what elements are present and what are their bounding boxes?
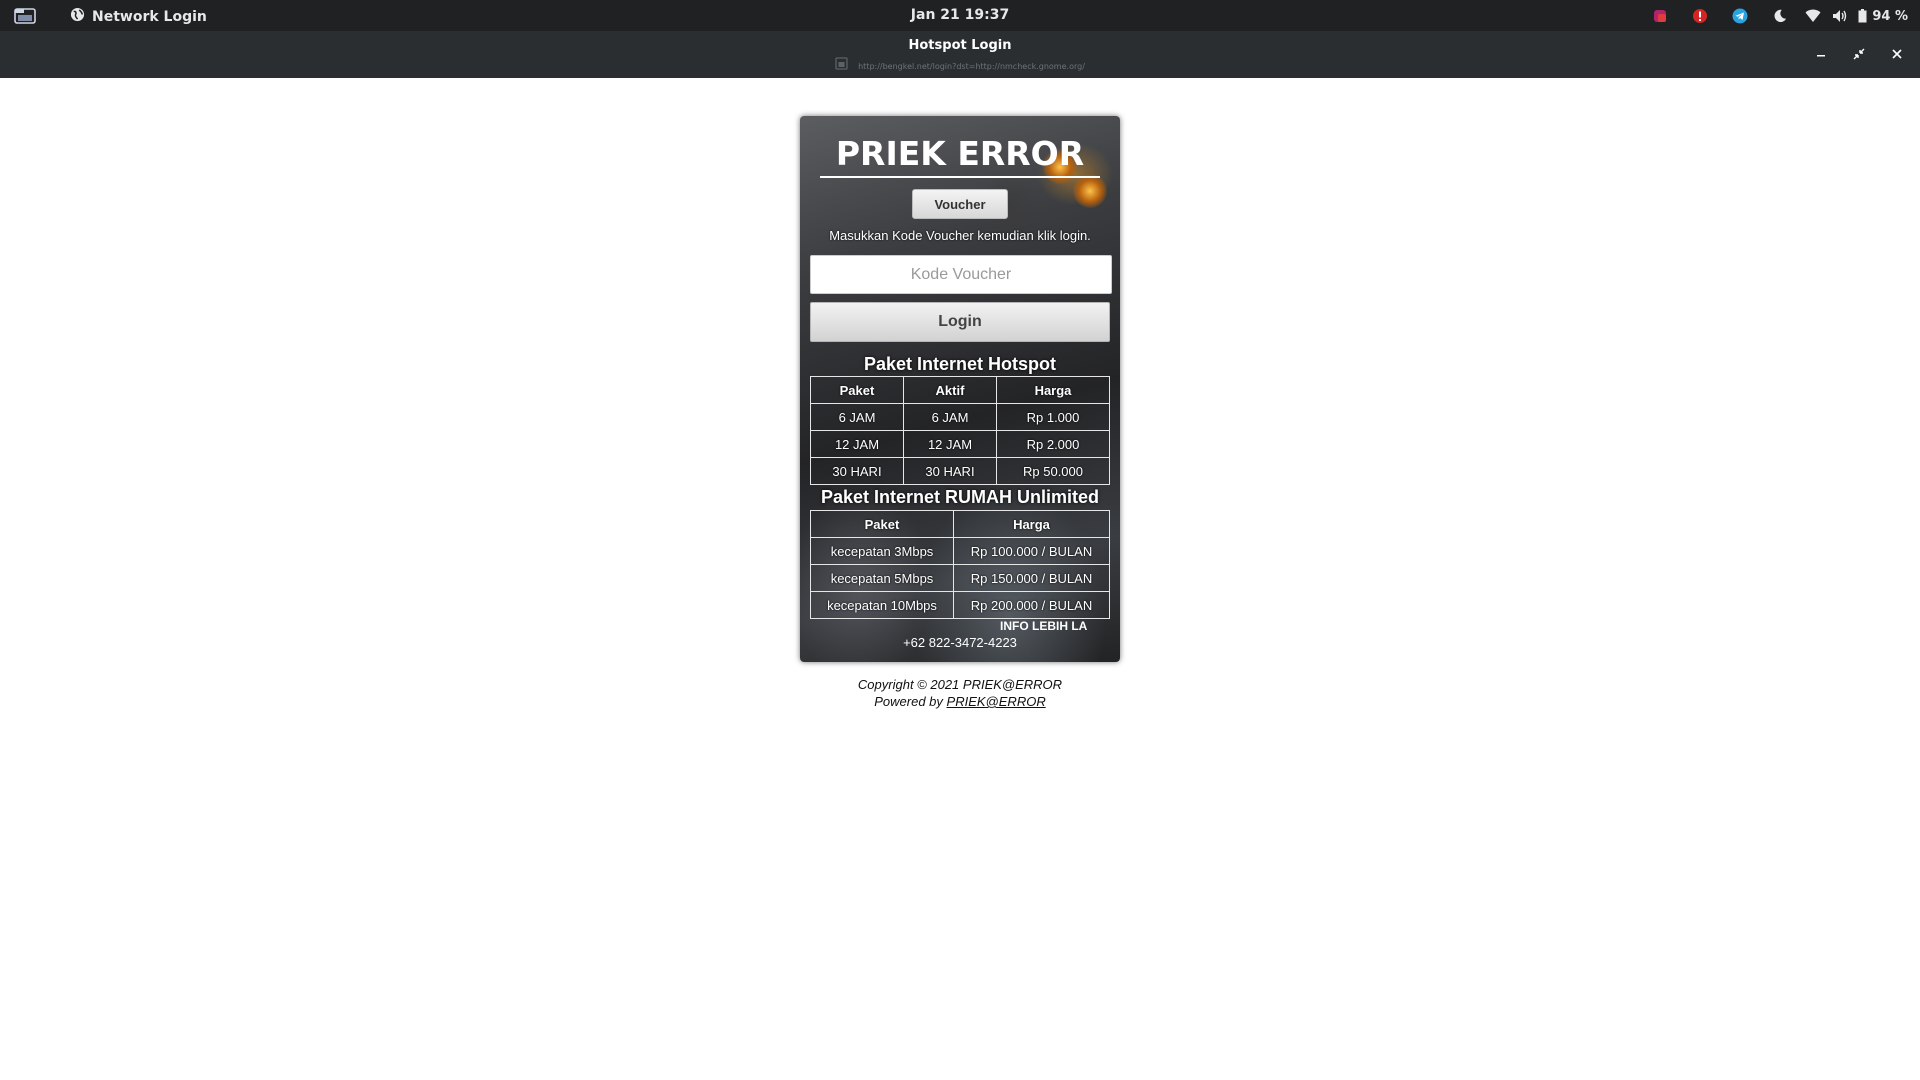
column-header: Harga bbox=[953, 510, 1110, 538]
hotspot-section-title: Paket Internet Hotspot bbox=[863, 354, 1057, 374]
table-cell: 6 JAM bbox=[903, 403, 997, 431]
system-top-bar: Network Login Jan 21 19:37 94 % bbox=[0, 0, 1920, 31]
column-header: Paket bbox=[810, 510, 954, 538]
table-row: 6 JAM 6 JAM Rp 1.000 bbox=[810, 403, 1110, 431]
brand-underline bbox=[820, 176, 1100, 178]
table-cell: 30 HARI bbox=[903, 457, 997, 485]
app-indicator-icon[interactable] bbox=[1640, 6, 1680, 26]
minimize-button[interactable] bbox=[1806, 41, 1836, 67]
hotspot-login-card: PRIEK ERROR Voucher Masukkan Kode Vouche… bbox=[800, 116, 1120, 662]
info-marquee: INFO LEBIH LA bbox=[1000, 619, 1088, 633]
unmaximize-button[interactable] bbox=[1844, 41, 1874, 67]
column-header: Harga bbox=[996, 376, 1110, 404]
security-lock-icon[interactable] bbox=[835, 57, 848, 75]
table-cell: Rp 100.000 / BULAN bbox=[953, 537, 1110, 565]
alert-icon[interactable] bbox=[1680, 6, 1720, 26]
instructions-text: Masukkan Kode Voucher kemudian klik logi… bbox=[829, 228, 1091, 243]
table-row: kecepatan 3Mbps Rp 100.000 / BULAN bbox=[810, 537, 1110, 565]
close-button[interactable] bbox=[1882, 41, 1912, 67]
night-light-icon[interactable] bbox=[1760, 6, 1800, 26]
table-cell: Rp 200.000 / BULAN bbox=[953, 591, 1110, 619]
table-row: kecepatan 10Mbps Rp 200.000 / BULAN bbox=[810, 591, 1110, 619]
battery-percentage[interactable]: 94 % bbox=[1872, 9, 1908, 24]
table-header-row: Paket Aktif Harga bbox=[810, 376, 1110, 404]
tab-voucher[interactable]: Voucher bbox=[912, 189, 1008, 219]
battery-icon[interactable] bbox=[1854, 6, 1870, 26]
table-cell: Rp 2.000 bbox=[996, 430, 1110, 458]
window-header-bar: Hotspot Login http://bengkel.net/login?d… bbox=[0, 31, 1920, 78]
table-cell: 6 JAM bbox=[810, 403, 904, 431]
table-row: kecepatan 5Mbps Rp 150.000 / BULAN bbox=[810, 564, 1110, 592]
powered-by-link[interactable]: PRIEK@ERROR bbox=[947, 694, 1046, 709]
table-cell: 30 HARI bbox=[810, 457, 904, 485]
background-image-glare bbox=[1073, 174, 1107, 208]
login-button[interactable]: Login bbox=[810, 302, 1110, 342]
brand-title: PRIEK ERROR bbox=[835, 134, 1085, 173]
table-cell: kecepatan 5Mbps bbox=[810, 564, 954, 592]
table-cell: Rp 1.000 bbox=[996, 403, 1110, 431]
rumah-price-table: Paket Harga kecepatan 3Mbps Rp 100.000 /… bbox=[810, 510, 1110, 619]
telegram-icon[interactable] bbox=[1720, 6, 1760, 26]
column-header: Paket bbox=[810, 376, 904, 404]
powered-by: Powered by PRIEK@ERROR bbox=[800, 694, 1120, 709]
window-title: Hotspot Login bbox=[908, 38, 1012, 53]
wifi-icon[interactable] bbox=[1800, 6, 1826, 26]
system-tray[interactable]: 94 % bbox=[1640, 6, 1908, 26]
contact-phone: +62 822-3472-4223 bbox=[903, 635, 1017, 650]
table-header-row: Paket Harga bbox=[810, 510, 1110, 538]
clock[interactable]: Jan 21 19:37 bbox=[0, 7, 1920, 23]
table-cell: kecepatan 3Mbps bbox=[810, 537, 954, 565]
voucher-code-input[interactable] bbox=[810, 255, 1112, 294]
column-header: Aktif bbox=[903, 376, 997, 404]
table-cell: kecepatan 10Mbps bbox=[810, 591, 954, 619]
rumah-section-title: Paket Internet RUMAH Unlimited bbox=[820, 487, 1100, 507]
volume-icon[interactable] bbox=[1826, 6, 1854, 26]
url-text: http://bengkel.net/login?dst=http://nmch… bbox=[858, 61, 1085, 71]
table-cell: Rp 50.000 bbox=[996, 457, 1110, 485]
table-cell: 12 JAM bbox=[810, 430, 904, 458]
hotspot-price-table: Paket Aktif Harga 6 JAM 6 JAM Rp 1.000 1… bbox=[810, 376, 1110, 485]
table-row: 12 JAM 12 JAM Rp 2.000 bbox=[810, 430, 1110, 458]
copyright-text: Copyright © 2021 PRIEK@ERROR bbox=[857, 677, 1063, 692]
table-row: 30 HARI 30 HARI Rp 50.000 bbox=[810, 457, 1110, 485]
powered-by-label: Powered by bbox=[874, 694, 943, 709]
table-cell: Rp 150.000 / BULAN bbox=[953, 564, 1110, 592]
table-cell: 12 JAM bbox=[903, 430, 997, 458]
